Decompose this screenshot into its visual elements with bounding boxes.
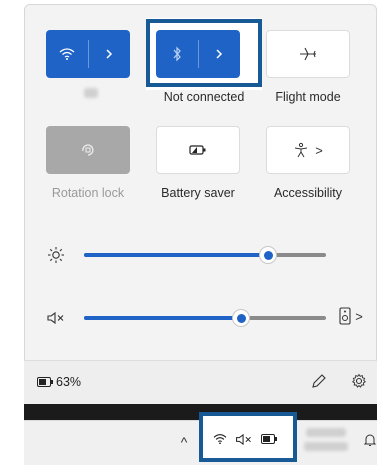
wifi-expand-button[interactable] xyxy=(88,30,130,78)
accessibility-label: Accessibility xyxy=(273,186,343,200)
bluetooth-expand-button[interactable] xyxy=(198,30,240,78)
bluetooth-label: Not connected xyxy=(163,90,245,104)
accessibility-tile[interactable]: > xyxy=(266,126,350,174)
battery-icon xyxy=(36,376,54,388)
rotation-lock-icon xyxy=(82,144,94,156)
bluetooth-tile[interactable] xyxy=(156,30,240,78)
notification-icon[interactable] xyxy=(362,432,378,448)
rotation-lock-label: Rotation lock xyxy=(51,186,125,200)
volume-slider-thumb[interactable] xyxy=(232,309,250,327)
wifi-icon xyxy=(59,48,75,60)
speaker-device-icon[interactable] xyxy=(338,306,352,326)
battery-icon[interactable] xyxy=(260,433,278,445)
battery-percentage[interactable]: 63% xyxy=(56,375,81,389)
speaker-muted-icon[interactable] xyxy=(234,432,254,446)
battery-saver-label: Battery saver xyxy=(161,186,235,200)
bluetooth-icon xyxy=(173,46,181,62)
wifi-toggle[interactable] xyxy=(46,30,88,78)
rotation-lock-tile[interactable] xyxy=(46,126,130,174)
clock-time-redacted[interactable] xyxy=(306,428,346,437)
airplane-icon xyxy=(300,47,316,61)
volume-slider-fill xyxy=(84,316,241,320)
flight-mode-tile[interactable] xyxy=(266,30,350,78)
flight-mode-label: Flight mode xyxy=(275,90,341,104)
gear-icon[interactable] xyxy=(350,372,368,390)
bluetooth-toggle[interactable] xyxy=(156,30,198,78)
wifi-icon[interactable] xyxy=(212,432,228,446)
pencil-icon[interactable] xyxy=(310,372,328,390)
chevron-right-icon xyxy=(106,49,113,59)
speaker-muted-icon xyxy=(46,309,66,327)
chevron-right-icon xyxy=(216,49,223,59)
sun-icon xyxy=(46,245,66,265)
battery-saver-tile[interactable] xyxy=(156,126,240,174)
brightness-slider-thumb[interactable] xyxy=(259,246,277,264)
accessibility-icon xyxy=(295,142,308,158)
clock-date-redacted[interactable] xyxy=(304,442,348,451)
volume-output-chevron-icon[interactable]: > xyxy=(354,307,364,325)
brightness-slider-fill xyxy=(84,253,268,257)
overflow-chevron-up-icon[interactable]: ^ xyxy=(176,434,192,450)
wifi-tile[interactable] xyxy=(46,30,130,78)
wifi-network-name-redacted xyxy=(84,88,98,98)
battery-saver-icon xyxy=(189,145,206,155)
accessibility-chevron-icon: > xyxy=(315,142,323,158)
